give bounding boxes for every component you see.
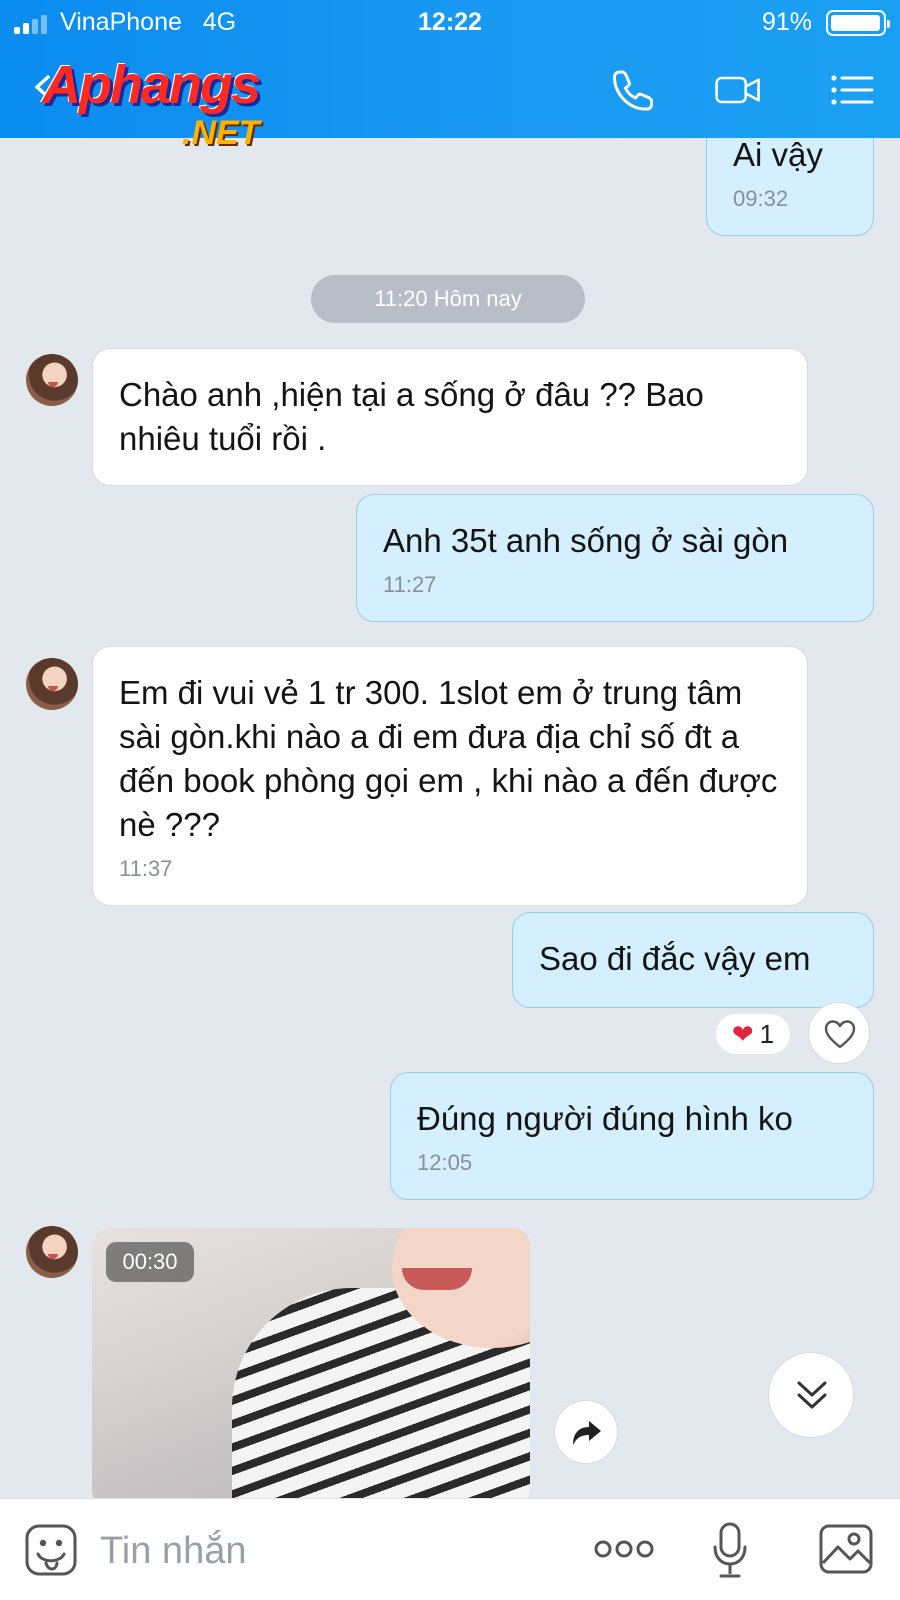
message-bubble-outgoing[interactable]: Ai vậy 09:32 [706, 138, 874, 236]
chat-messages[interactable]: Ai vậy 09:32 11:20 Hôm nay Chào anh ,hiệ… [0, 138, 900, 1498]
more-dots-icon[interactable] [594, 1535, 654, 1563]
message-bubble-outgoing[interactable]: Đúng người đúng hình ko 12:05 [390, 1072, 874, 1200]
chat-nav-bar: Aphangs .NET [0, 44, 900, 152]
message-time: 11:37 [119, 856, 173, 881]
phone-icon[interactable] [610, 66, 658, 114]
video-duration: 00:30 [106, 1242, 194, 1282]
header: VinaPhone 4G 12:22 91% Aphangs .NET [0, 0, 900, 152]
message-text: Anh 35t anh sống ở sài gòn [383, 522, 789, 559]
battery-percent: 91% [761, 8, 812, 36]
heart-outline-icon [824, 1020, 856, 1049]
message-text: Sao đi đắc vậy em [539, 940, 811, 977]
image-icon[interactable] [818, 1523, 874, 1575]
date-divider: 11:20 Hôm nay [311, 275, 585, 323]
avatar[interactable] [26, 1226, 78, 1278]
avatar[interactable] [26, 354, 78, 406]
message-bubble-incoming[interactable]: Em đi vui vẻ 1 tr 300. 1slot em ở trung … [92, 646, 808, 906]
message-text: Đúng người đúng hình ko [417, 1100, 793, 1137]
message-text: Chào anh ,hiện tại a sống ở đâu ?? Bao n… [119, 376, 704, 457]
message-input-bar [0, 1498, 900, 1600]
reaction-badge[interactable]: ❤ 1 [716, 1014, 790, 1054]
like-button[interactable] [808, 1002, 870, 1064]
list-menu-icon[interactable] [828, 66, 876, 114]
message-time: 09:32 [733, 186, 789, 211]
message-text: Ai vậy [733, 138, 823, 173]
scroll-to-bottom-button[interactable] [768, 1352, 854, 1438]
heart-icon: ❤ [731, 1019, 754, 1049]
message-input[interactable] [100, 1523, 560, 1579]
battery-icon [826, 10, 890, 36]
status-bar: VinaPhone 4G 12:22 91% [0, 0, 900, 44]
message-text: Em đi vui vẻ 1 tr 300. 1slot em ở trung … [119, 674, 778, 843]
video-camera-icon[interactable] [714, 66, 762, 114]
microphone-icon[interactable] [712, 1521, 748, 1579]
forward-button[interactable] [554, 1400, 618, 1464]
message-time: 11:27 [383, 572, 437, 597]
message-bubble-outgoing[interactable]: Anh 35t anh sống ở sài gòn 11:27 [356, 494, 874, 622]
avatar[interactable] [26, 658, 78, 710]
double-chevron-down-icon [797, 1381, 827, 1409]
share-arrow-icon [573, 1421, 601, 1445]
message-time: 12:05 [417, 1150, 473, 1175]
emoji-icon[interactable] [24, 1523, 78, 1577]
message-bubble-outgoing[interactable]: Sao đi đắc vậy em [512, 912, 874, 1008]
reaction-count: 1 [759, 1019, 775, 1049]
message-bubble-incoming[interactable]: Chào anh ,hiện tại a sống ở đâu ?? Bao n… [92, 348, 808, 486]
